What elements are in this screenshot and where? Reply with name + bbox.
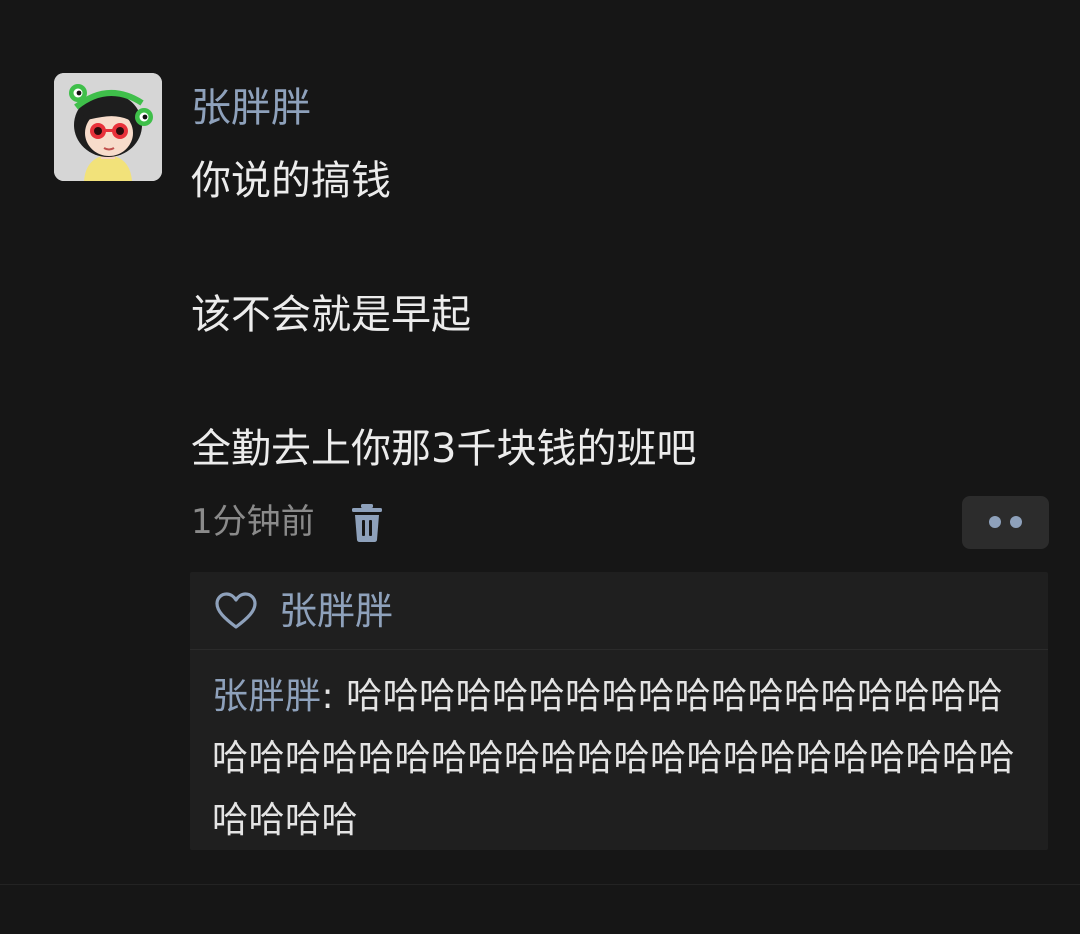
post-content: 你说的搞钱 该不会就是早起 全勤去上你那3千块钱的班吧: [191, 148, 951, 483]
liker-name[interactable]: 张胖胖: [279, 588, 393, 634]
avatar[interactable]: [54, 73, 162, 181]
post-author-name[interactable]: 张胖胖: [191, 80, 311, 136]
likes-row: 张胖胖: [190, 572, 1048, 650]
heart-outline-icon: [214, 592, 258, 630]
likes-comments-panel: 张胖胖 张胖胖: 哈哈哈哈哈哈哈哈哈哈哈哈哈哈哈哈哈哈哈哈哈哈哈哈哈哈哈哈哈哈哈…: [190, 572, 1048, 850]
two-dots-icon: [989, 516, 1001, 528]
divider: [0, 884, 1080, 885]
more-actions-button[interactable]: [962, 496, 1049, 549]
comment-author[interactable]: 张胖胖: [212, 676, 322, 717]
comment-separator: :: [321, 676, 347, 717]
two-dots-icon: [1010, 516, 1022, 528]
post-timestamp: 1分钟前: [191, 502, 315, 542]
comment-item[interactable]: 张胖胖: 哈哈哈哈哈哈哈哈哈哈哈哈哈哈哈哈哈哈哈哈哈哈哈哈哈哈哈哈哈哈哈哈哈哈哈…: [212, 666, 1030, 852]
cartoon-girl-avatar-icon: [54, 73, 162, 181]
trash-icon[interactable]: [350, 503, 384, 543]
post-blank-line: [191, 349, 951, 416]
post-line-1: 你说的搞钱: [191, 158, 391, 204]
post-line-2: 该不会就是早起: [191, 292, 471, 338]
post-blank-line: [191, 215, 951, 282]
post-line-3: 全勤去上你那3千块钱的班吧: [191, 426, 697, 472]
